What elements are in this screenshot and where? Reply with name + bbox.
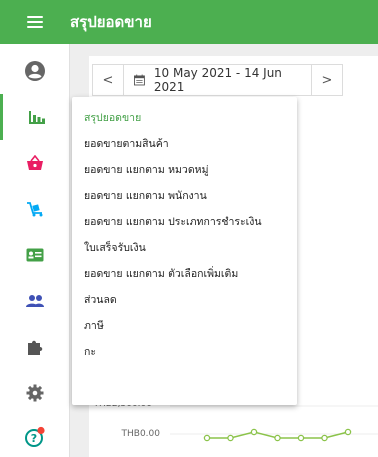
menu-item-sales-summary[interactable]: สรุปยอดขาย (72, 105, 297, 131)
reports-dropdown-menu: สรุปยอดขาย ยอดขายตามสินค้า ยอดขาย แยกตาม… (72, 97, 297, 405)
sidebar-item-integrations[interactable] (0, 324, 70, 370)
menu-button[interactable] (0, 0, 70, 44)
page-title: สรุปยอดขาย (70, 13, 152, 31)
id-card-icon (26, 248, 44, 262)
svg-text:?: ? (31, 432, 37, 445)
bar-chart-icon (28, 111, 45, 124)
basket-icon (27, 155, 43, 170)
data-point (321, 434, 328, 442)
data-point (227, 434, 234, 442)
puzzle-icon (28, 340, 43, 355)
data-point (344, 428, 352, 436)
data-point (250, 428, 258, 436)
menu-item-sales-by-category[interactable]: ยอดขาย แยกตาม หมวดหมู่ (72, 157, 297, 183)
menu-item-sales-by-employee[interactable]: ยอดขาย แยกตาม พนักงาน (72, 183, 297, 209)
menu-item-taxes[interactable]: ภาษี (72, 313, 297, 339)
menu-item-sales-by-modifier[interactable]: ยอดขาย แยกตาม ตัวเลือกเพิ่มเติม (72, 261, 297, 287)
sidebar-item-settings[interactable] (0, 370, 70, 416)
sidebar-item-reports[interactable] (0, 94, 70, 140)
sidebar-item-customers[interactable] (0, 232, 70, 278)
help-icon: ? (25, 426, 45, 447)
sidebar: ? (0, 44, 70, 457)
menu-item-receipts[interactable]: ใบเสร็จรับเงิน (72, 235, 297, 261)
menu-item-shifts[interactable]: กะ (72, 339, 297, 365)
data-point (274, 434, 281, 442)
menu-item-sales-by-payment-type[interactable]: ยอดขาย แยกตาม ประเภทการชำระเงิน (72, 209, 297, 235)
menu-item-discounts[interactable]: ส่วนลด (72, 287, 297, 313)
hamburger-icon (27, 16, 43, 28)
sidebar-item-help[interactable]: ? (0, 414, 70, 457)
data-point (203, 434, 211, 442)
sidebar-item-inventory[interactable] (0, 186, 70, 232)
gear-icon (26, 384, 44, 402)
chart-series (203, 428, 352, 442)
people-icon (26, 295, 44, 307)
menu-item-sales-by-item[interactable]: ยอดขายตามสินค้า (72, 131, 297, 157)
app-header: สรุปยอดขาย (0, 0, 378, 44)
trolley-icon (27, 202, 43, 217)
account-icon (25, 61, 45, 81)
sidebar-item-account[interactable] (0, 48, 70, 94)
sidebar-item-items[interactable] (0, 140, 70, 186)
data-point (297, 434, 305, 442)
sidebar-item-employees[interactable] (0, 278, 70, 324)
